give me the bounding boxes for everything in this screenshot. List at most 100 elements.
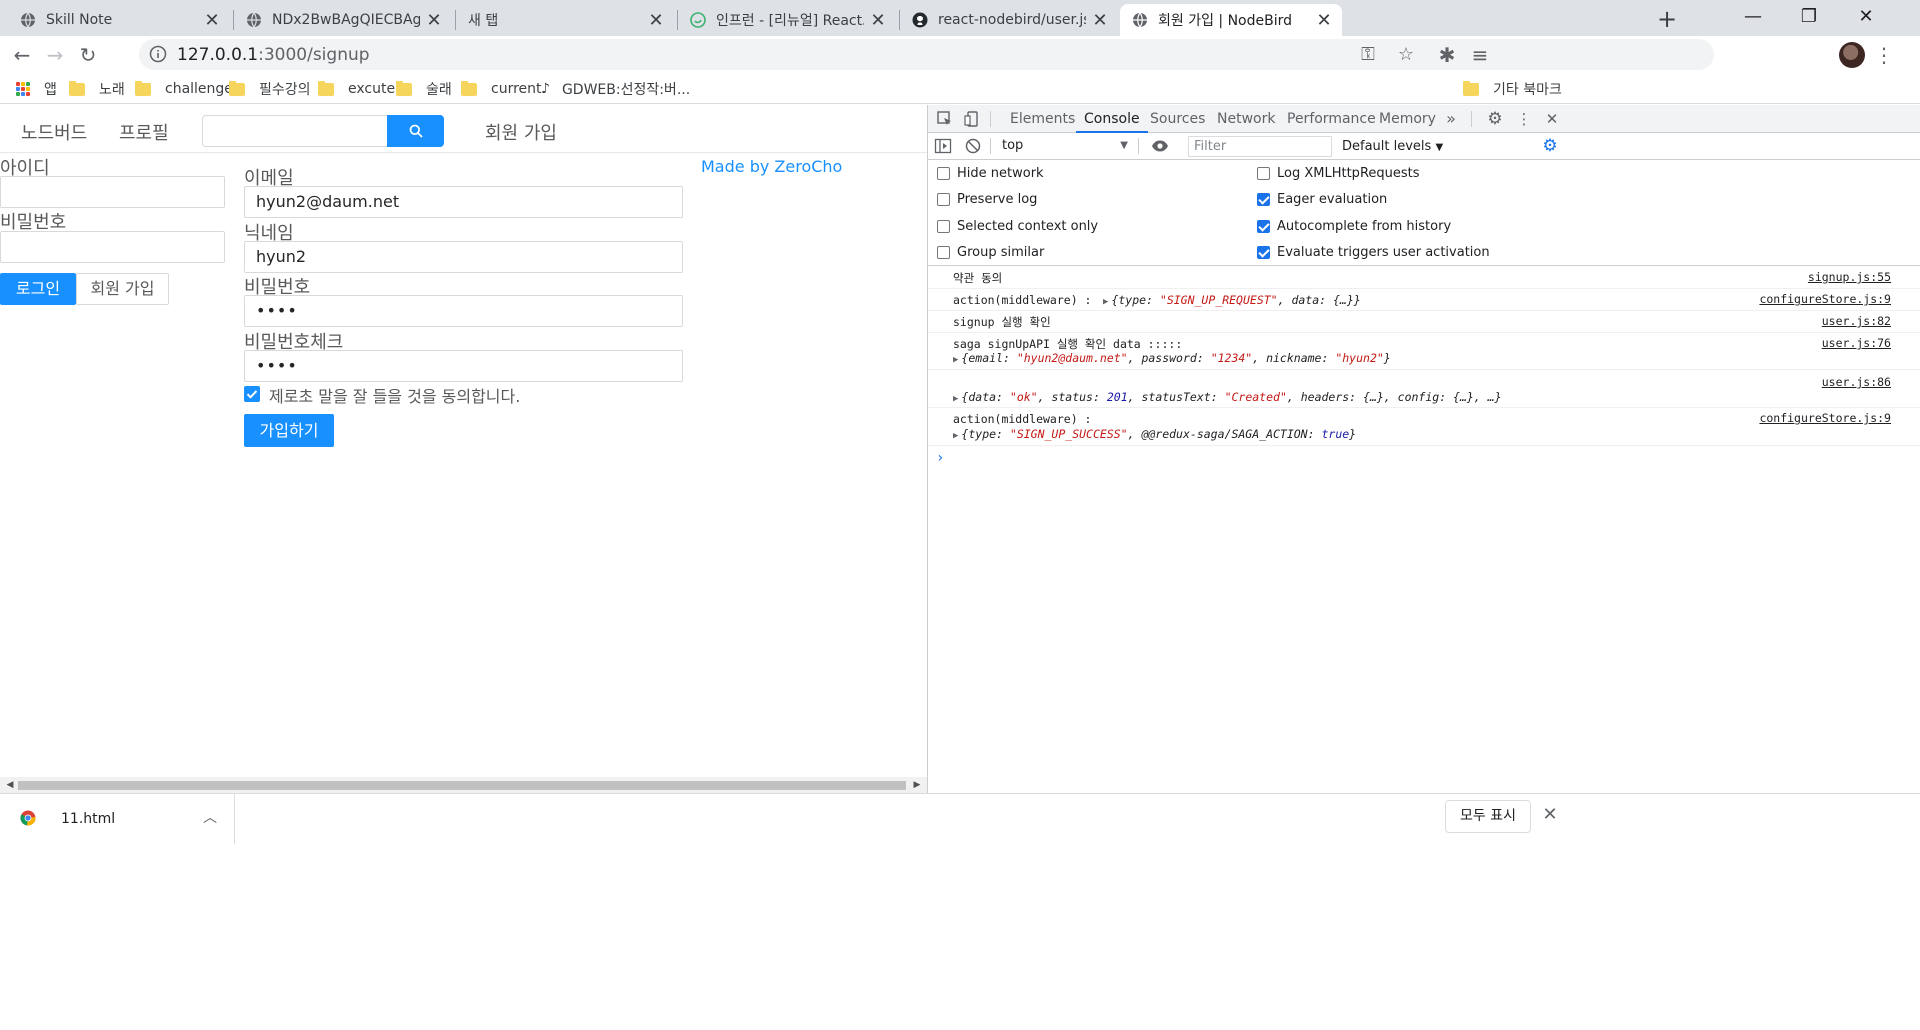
scroll-left-icon[interactable]: ◀	[2, 779, 18, 791]
console-object[interactable]: ▶ {email: "hyun2@daum.net", password: "12…	[953, 351, 1391, 365]
selected-context-option[interactable]: Selected context only	[937, 219, 1098, 234]
browser-tab[interactable]: 새 탭 ✕	[456, 4, 674, 36]
window-close-button[interactable]: ✕	[1838, 0, 1894, 36]
made-by-link[interactable]: Made by ZeroCho	[701, 157, 842, 176]
evaluate-triggers-option[interactable]: Evaluate triggers user activation	[1257, 245, 1490, 260]
close-download-bar-icon[interactable]: ✕	[1539, 804, 1561, 825]
close-devtools-icon[interactable]: ✕	[1543, 110, 1561, 128]
restore-button[interactable]: ❐	[1781, 0, 1837, 36]
scroll-right-icon[interactable]: ▶	[909, 779, 925, 791]
gear-icon[interactable]: ⚙	[1486, 110, 1504, 128]
login-button[interactable]: 로그인	[0, 273, 76, 305]
eager-evaluation-option[interactable]: Eager evaluation	[1257, 192, 1387, 207]
new-tab-button[interactable]: +	[1651, 4, 1683, 36]
bookmark-folder[interactable]: 술래	[396, 78, 452, 100]
forward-button[interactable]: →	[41, 41, 69, 69]
search-button[interactable]	[387, 115, 444, 147]
bookmark-folder[interactable]: excute	[318, 78, 395, 100]
autocomplete-history-option[interactable]: Autocomplete from history	[1257, 219, 1451, 234]
login-signup-button[interactable]: 회원 가입	[76, 273, 169, 305]
preserve-log-option[interactable]: Preserve log	[937, 192, 1037, 207]
group-similar-option[interactable]: Group similar	[937, 245, 1044, 260]
console-object[interactable]: ▶ {type: "SIGN_UP_REQUEST", data: {…}}	[1103, 293, 1361, 307]
url-text[interactable]: 127.0.0.1:3000/signup	[177, 45, 370, 65]
signup-submit-button[interactable]: 가입하기	[244, 414, 334, 447]
checkbox[interactable]	[937, 246, 950, 259]
close-tab-icon[interactable]: ✕	[648, 10, 664, 31]
browser-tab[interactable]: NDx2BwBAgQIECBAgAABAg ✕	[234, 4, 452, 36]
browser-tab[interactable]: 인프런 - [리뉴얼] React로 N ✕	[678, 4, 896, 36]
more-tabs-icon[interactable]: »	[1442, 110, 1460, 128]
checkbox-checked[interactable]	[1257, 246, 1270, 259]
menu-icon[interactable]: ⋮	[1870, 41, 1898, 69]
checkbox[interactable]	[937, 220, 950, 233]
devtools-tab-memory[interactable]: Memory	[1379, 105, 1436, 133]
browser-tab-active[interactable]: 회원 가입 | NodeBird ✕	[1120, 4, 1342, 36]
bookmark-apps[interactable]: 앱	[16, 78, 57, 100]
source-link[interactable]: user.js:86	[1822, 375, 1891, 389]
source-link[interactable]: signup.js:55	[1808, 270, 1891, 284]
source-link[interactable]: user.js:82	[1822, 314, 1891, 328]
other-bookmarks[interactable]: 기타 북마크	[1463, 78, 1562, 100]
devtools-tab-sources[interactable]: Sources	[1150, 105, 1205, 133]
kebab-menu-icon[interactable]: ⋮	[1515, 110, 1533, 128]
checkbox[interactable]	[937, 193, 950, 206]
bookmark-folder[interactable]: current	[461, 78, 542, 100]
device-toolbar-icon[interactable]	[963, 110, 981, 128]
bookmark-folder[interactable]: 필수강의	[229, 78, 311, 100]
bookmark-folder[interactable]: 노래	[69, 78, 125, 100]
console-settings-gear-icon[interactable]: ⚙	[1541, 137, 1559, 155]
close-tab-icon[interactable]: ✕	[1316, 10, 1332, 31]
back-button[interactable]: ←	[8, 41, 36, 69]
reload-button[interactable]: ↻	[74, 41, 102, 69]
nickname-input[interactable]: hyun2	[244, 241, 683, 273]
nav-profile-link[interactable]: 프로필	[119, 119, 169, 145]
clear-console-icon[interactable]	[964, 137, 982, 155]
login-password-input[interactable]	[0, 231, 225, 263]
log-levels-dropdown[interactable]: Default levels ▼	[1342, 136, 1443, 158]
context-select[interactable]: top ▼	[996, 135, 1132, 157]
key-icon[interactable]: ⚿	[1357, 44, 1379, 66]
source-link[interactable]: user.js:76	[1822, 336, 1891, 350]
login-id-input[interactable]	[0, 176, 225, 208]
browser-tab[interactable]: react-nodebird/user.js at rea ✕	[900, 4, 1118, 36]
inspect-element-icon[interactable]	[936, 110, 954, 128]
hide-network-option[interactable]: Hide network	[937, 166, 1044, 181]
eye-icon[interactable]	[1151, 137, 1169, 155]
media-control-icon[interactable]: ≡	[1466, 41, 1494, 69]
horizontal-scrollbar[interactable]: ◀ ▶	[0, 777, 927, 793]
close-tab-icon[interactable]: ✕	[204, 10, 220, 31]
console-object[interactable]: ▶ {type: "SIGN_UP_SUCCESS", @@redux-saga/…	[953, 427, 1356, 441]
log-xhr-option[interactable]: Log XMLHttpRequests	[1257, 166, 1420, 181]
close-tab-icon[interactable]: ✕	[1092, 10, 1108, 31]
nav-signup-link[interactable]: 회원 가입	[485, 119, 557, 145]
scrollbar-thumb[interactable]	[18, 781, 906, 790]
source-link[interactable]: configureStore.js:9	[1759, 411, 1891, 425]
search-input[interactable]	[202, 115, 388, 147]
sidebar-toggle-icon[interactable]	[934, 137, 952, 155]
devtools-tab-performance[interactable]: Performance	[1287, 105, 1376, 133]
chevron-up-icon[interactable]: ︿	[203, 807, 217, 827]
devtools-tab-network[interactable]: Network	[1217, 105, 1275, 133]
password-check-input[interactable]: ••••	[244, 350, 683, 382]
nav-home-link[interactable]: 노드버드	[21, 119, 87, 145]
bookmark-folder[interactable]: challenge	[135, 78, 233, 100]
star-icon[interactable]: ☆	[1395, 44, 1417, 66]
source-link[interactable]: configureStore.js:9	[1759, 292, 1891, 306]
devtools-tab-elements[interactable]: Elements	[1010, 105, 1075, 133]
download-item[interactable]: 11.html ︿	[0, 794, 235, 844]
console-prompt[interactable]: ›	[928, 446, 1920, 470]
checkbox-checked[interactable]	[1257, 193, 1270, 206]
browser-tab[interactable]: Skill Note ✕	[8, 4, 230, 36]
info-icon[interactable]	[149, 45, 167, 63]
console-filter-input[interactable]: Filter	[1188, 136, 1332, 157]
checkbox[interactable]	[1257, 167, 1270, 180]
checkbox-checked[interactable]	[1257, 220, 1270, 233]
console-object[interactable]: ▶ {data: "ok", status: 201, statusText: "…	[953, 390, 1502, 404]
bookmark-link[interactable]: ♪ GDWEB:선정작:버...	[541, 78, 690, 100]
password-input[interactable]: ••••	[244, 295, 683, 327]
extensions-icon[interactable]: ✱	[1433, 41, 1461, 69]
close-tab-icon[interactable]: ✕	[870, 10, 886, 31]
checkbox[interactable]	[937, 167, 950, 180]
terms-checkbox[interactable]	[244, 386, 260, 402]
